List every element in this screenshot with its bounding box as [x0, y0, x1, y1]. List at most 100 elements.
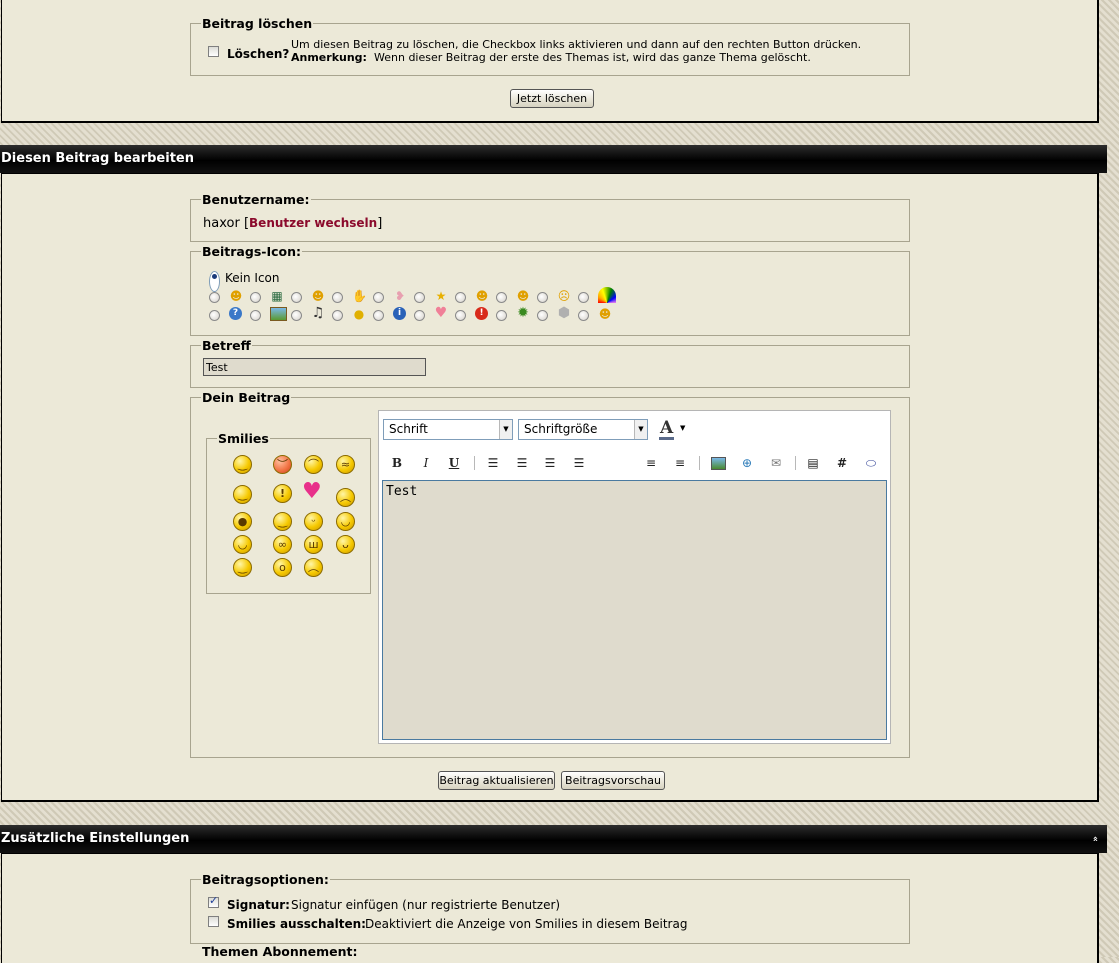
icon-radio[interactable]: [332, 292, 343, 303]
frown-smiley-icon[interactable]: ︵: [304, 558, 323, 577]
icon-radio[interactable]: [537, 292, 548, 303]
delete-legend: Beitrag löschen: [202, 16, 313, 31]
smile-smiley-icon[interactable]: ◡: [233, 535, 252, 554]
username-value: haxor: [203, 216, 240, 231]
php-icon[interactable]: ⬭: [862, 454, 880, 472]
icon-radio[interactable]: [455, 310, 466, 321]
icon-radio[interactable]: [250, 292, 261, 303]
disable-smilies-text: Deaktiviert die Anzeige von Smilies in d…: [365, 917, 688, 931]
smilies-legend: Smilies: [218, 431, 269, 446]
quote-icon[interactable]: ▤: [804, 454, 822, 472]
surprised-icon: ☻: [516, 289, 530, 303]
glasses-smiley-icon[interactable]: ∞: [273, 535, 292, 554]
font-select[interactable]: Schrift ▼: [383, 419, 513, 440]
post-options-legend: Beitragsoptionen:: [202, 872, 329, 887]
picture-icon: [270, 307, 287, 321]
delete-note-text: Wenn dieser Beitrag der erste des Themas…: [374, 51, 811, 64]
lightbulb-icon: ●: [353, 307, 365, 321]
unordered-list-icon[interactable]: ≡: [671, 454, 689, 472]
smirk-smiley-icon[interactable]: ᵕ: [304, 512, 323, 531]
heart-smiley-icon[interactable]: ♥: [302, 479, 322, 504]
update-post-button[interactable]: Beitrag aktualisieren: [438, 771, 555, 790]
heart-icon: ♥: [434, 305, 448, 321]
icon-radio[interactable]: [455, 292, 466, 303]
question-smiley-icon[interactable]: ︵: [336, 488, 355, 507]
bold-button[interactable]: B: [388, 454, 406, 472]
hand-icon: ✋: [352, 289, 367, 303]
delete-panel: Beitrag löschen Löschen? Um diesen Beitr…: [1, 0, 1099, 123]
icon-radio[interactable]: [373, 310, 384, 321]
subject-input[interactable]: [203, 358, 426, 376]
code-hash-icon[interactable]: #: [833, 454, 851, 472]
grin-icon: ☻: [475, 289, 489, 303]
insert-email-icon[interactable]: ✉: [767, 454, 785, 472]
icon-radio[interactable]: [414, 310, 425, 321]
post-textarea[interactable]: Test: [382, 480, 887, 740]
disable-smilies-label: Smilies ausschalten:: [227, 917, 366, 931]
edit-section-title: Diesen Beitrag bearbeiten: [1, 151, 194, 166]
align-center-icon[interactable]: ☰: [513, 454, 531, 472]
wink-smiley-icon[interactable]: ‿: [273, 512, 292, 531]
insert-link-icon[interactable]: ⊕: [738, 454, 756, 472]
icon-radio[interactable]: [209, 310, 220, 321]
bracket-close: ]: [377, 216, 383, 231]
icon-radio[interactable]: [373, 292, 384, 303]
additional-settings-title: Zusätzliche Einstellungen: [1, 831, 190, 846]
icon-radio[interactable]: [578, 310, 589, 321]
size-select-label: Schriftgröße: [524, 422, 598, 436]
font-color-button[interactable]: A ▼: [658, 418, 690, 440]
angry-smiley-icon[interactable]: ︶: [273, 455, 292, 474]
toolbar-divider: [795, 456, 796, 470]
align-left-icon[interactable]: ☰: [484, 454, 502, 472]
idea-smiley-icon[interactable]: ●: [233, 512, 252, 531]
preview-post-button[interactable]: Beitragsvorschau: [561, 771, 665, 790]
icon-radio[interactable]: [332, 310, 343, 321]
icon-radio[interactable]: [578, 292, 589, 303]
align-justify-icon[interactable]: ☰: [570, 454, 588, 472]
no-icon-radio[interactable]: [209, 271, 220, 292]
icon-radio[interactable]: [250, 310, 261, 321]
signature-checkbox[interactable]: [208, 894, 219, 908]
ordered-list-icon[interactable]: ≡: [642, 454, 660, 472]
icon-radio[interactable]: [537, 310, 548, 321]
insert-image-icon[interactable]: [709, 454, 727, 472]
chevron-down-icon: ▼: [499, 420, 512, 439]
icon-radio[interactable]: [291, 292, 302, 303]
icon-radio[interactable]: [414, 292, 425, 303]
post-legend: Dein Beitrag: [202, 390, 291, 405]
subject-legend: Betreff: [202, 338, 251, 353]
size-select[interactable]: Schriftgröße ▼: [518, 419, 648, 440]
question-icon: ?: [229, 307, 242, 320]
cool-smiley-icon[interactable]: ≈: [336, 455, 355, 474]
disable-smilies-checkbox[interactable]: [208, 916, 219, 927]
delete-checkbox[interactable]: [208, 46, 219, 57]
grin-smiley-icon[interactable]: ш: [304, 535, 323, 554]
underline-button[interactable]: U: [445, 454, 463, 472]
angel-smiley-icon[interactable]: ‿: [233, 455, 252, 474]
delete-now-button[interactable]: Jetzt löschen: [510, 89, 594, 108]
switch-user-link[interactable]: Benutzer wechseln: [249, 216, 377, 230]
toolbar-divider: [699, 456, 700, 470]
blush-smiley-icon[interactable]: ‿: [233, 558, 252, 577]
rolleyes-smiley-icon[interactable]: ‿: [233, 485, 252, 504]
tongue-smiley-icon[interactable]: ᴗ: [336, 535, 355, 554]
icon-radio[interactable]: [291, 310, 302, 321]
edit-panel: Benutzername: haxor [Benutzer wechseln] …: [1, 173, 1099, 802]
toolbar-divider: [474, 456, 475, 470]
italic-button[interactable]: I: [417, 454, 435, 472]
font-color-icon: A: [660, 418, 674, 438]
align-right-icon[interactable]: ☰: [541, 454, 559, 472]
star-icon: ★: [435, 289, 447, 303]
eek-smiley-icon[interactable]: o: [273, 558, 292, 577]
confused-smiley-icon[interactable]: ⌒: [304, 455, 323, 474]
icon-radio[interactable]: [496, 292, 507, 303]
smile-icon: ☻: [229, 289, 243, 303]
happy-smiley-icon[interactable]: ◡: [336, 512, 355, 531]
chevron-down-icon: ▼: [634, 420, 647, 439]
rainbow-icon: [598, 287, 616, 303]
collapse-icon[interactable]: »: [1082, 836, 1110, 842]
exclamation-smiley-icon[interactable]: !: [273, 484, 292, 503]
no-icon-label: Kein Icon: [225, 271, 280, 285]
icon-radio[interactable]: [496, 310, 507, 321]
icon-radio[interactable]: [209, 292, 220, 303]
